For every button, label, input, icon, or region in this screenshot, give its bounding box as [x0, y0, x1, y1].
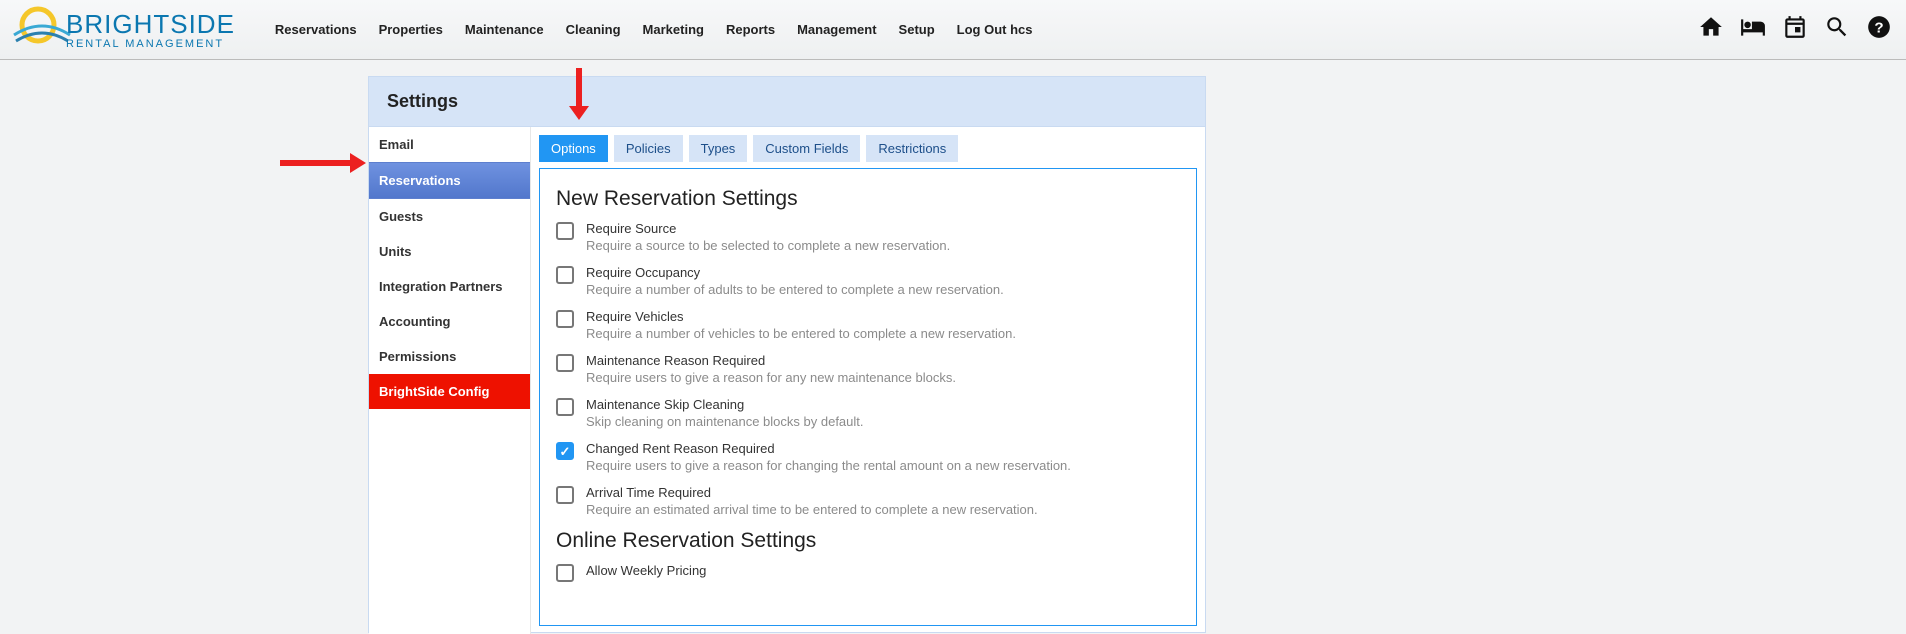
nav-marketing[interactable]: Marketing: [643, 22, 704, 37]
sidebar-item-accounting[interactable]: Accounting: [369, 304, 530, 339]
tab-restrictions[interactable]: Restrictions: [866, 135, 958, 162]
settings-sidebar: Email Reservations Guests Units Integrat…: [369, 127, 531, 634]
option-desc: Require users to give a reason for chang…: [586, 458, 1071, 473]
bed-icon[interactable]: [1740, 14, 1766, 45]
tab-policies[interactable]: Policies: [614, 135, 683, 162]
option-title: Require Vehicles: [586, 309, 1016, 324]
option-title: Require Source: [586, 221, 950, 236]
option-maintenance-skip-cleaning: Maintenance Skip Cleaning Skip cleaning …: [556, 397, 1180, 429]
checkbox-require-source[interactable]: [556, 222, 574, 240]
settings-header: Settings: [369, 77, 1205, 127]
option-title: Arrival Time Required: [586, 485, 1038, 500]
option-require-source: Require Source Require a source to be se…: [556, 221, 1180, 253]
top-nav-bar: BRIGHTSIDE RENTAL MANAGEMENT Reservation…: [0, 0, 1906, 60]
checkbox-arrival-time-required[interactable]: [556, 486, 574, 504]
sidebar-item-reservations[interactable]: Reservations: [369, 162, 530, 199]
annotation-arrow-down: [564, 66, 594, 122]
nav-management[interactable]: Management: [797, 22, 876, 37]
nav-maintenance[interactable]: Maintenance: [465, 22, 544, 37]
option-desc: Require a number of vehicles to be enter…: [586, 326, 1016, 341]
option-title: Maintenance Skip Cleaning: [586, 397, 864, 412]
settings-tabs: Options Policies Types Custom Fields Res…: [539, 135, 1197, 162]
option-title: Changed Rent Reason Required: [586, 441, 1071, 456]
annotation-arrow-right: [278, 148, 368, 178]
logo[interactable]: BRIGHTSIDE RENTAL MANAGEMENT: [12, 5, 235, 55]
online-reservation-settings-header: Online Reservation Settings: [556, 529, 1180, 553]
option-allow-weekly-pricing: Allow Weekly Pricing: [556, 563, 1180, 582]
option-title: Require Occupancy: [586, 265, 1004, 280]
checkbox-changed-rent-reason[interactable]: [556, 442, 574, 460]
option-desc: Require users to give a reason for any n…: [586, 370, 956, 385]
nav-setup[interactable]: Setup: [899, 22, 935, 37]
checkbox-allow-weekly-pricing[interactable]: [556, 564, 574, 582]
option-desc: Require an estimated arrival time to be …: [586, 502, 1038, 517]
option-desc: Require a number of adults to be entered…: [586, 282, 1004, 297]
nav-reports[interactable]: Reports: [726, 22, 775, 37]
new-reservation-settings-header: New Reservation Settings: [556, 187, 1180, 211]
calendar-icon[interactable]: [1782, 14, 1808, 45]
home-icon[interactable]: [1698, 14, 1724, 45]
settings-content: Options Policies Types Custom Fields Res…: [531, 127, 1205, 634]
nav-properties[interactable]: Properties: [379, 22, 443, 37]
option-arrival-time-required: Arrival Time Required Require an estimat…: [556, 485, 1180, 517]
tab-custom-fields[interactable]: Custom Fields: [753, 135, 860, 162]
sidebar-item-guests[interactable]: Guests: [369, 199, 530, 234]
sidebar-item-integration-partners[interactable]: Integration Partners: [369, 269, 530, 304]
top-icon-bar: ?: [1698, 14, 1892, 45]
svg-text:?: ?: [1874, 19, 1883, 36]
tab-types[interactable]: Types: [689, 135, 748, 162]
options-pane[interactable]: New Reservation Settings Require Source …: [539, 168, 1197, 626]
checkbox-maintenance-reason[interactable]: [556, 354, 574, 372]
search-icon[interactable]: [1824, 14, 1850, 45]
settings-panel: Settings Email Reservations Guests Units…: [368, 76, 1206, 633]
nav-reservations[interactable]: Reservations: [275, 22, 357, 37]
option-title: Allow Weekly Pricing: [586, 563, 706, 578]
help-icon[interactable]: ?: [1866, 14, 1892, 45]
logo-brand-text: BRIGHTSIDE: [66, 9, 235, 40]
option-desc: Skip cleaning on maintenance blocks by d…: [586, 414, 864, 429]
sunrise-logo-icon: [12, 5, 72, 55]
option-require-occupancy: Require Occupancy Require a number of ad…: [556, 265, 1180, 297]
option-maintenance-reason: Maintenance Reason Required Require user…: [556, 353, 1180, 385]
main-nav: Reservations Properties Maintenance Clea…: [275, 22, 1033, 37]
option-require-vehicles: Require Vehicles Require a number of veh…: [556, 309, 1180, 341]
sidebar-item-brightside-config[interactable]: BrightSide Config: [369, 374, 530, 409]
sidebar-item-permissions[interactable]: Permissions: [369, 339, 530, 374]
checkbox-require-occupancy[interactable]: [556, 266, 574, 284]
option-changed-rent-reason: Changed Rent Reason Required Require use…: [556, 441, 1180, 473]
checkbox-maintenance-skip-cleaning[interactable]: [556, 398, 574, 416]
nav-cleaning[interactable]: Cleaning: [566, 22, 621, 37]
option-title: Maintenance Reason Required: [586, 353, 956, 368]
settings-title: Settings: [387, 91, 1187, 112]
checkbox-require-vehicles[interactable]: [556, 310, 574, 328]
option-desc: Require a source to be selected to compl…: [586, 238, 950, 253]
sidebar-item-units[interactable]: Units: [369, 234, 530, 269]
logo-sub-text: RENTAL MANAGEMENT: [66, 38, 235, 50]
nav-logout[interactable]: Log Out hcs: [957, 22, 1033, 37]
tab-options[interactable]: Options: [539, 135, 608, 162]
sidebar-item-email[interactable]: Email: [369, 127, 530, 162]
